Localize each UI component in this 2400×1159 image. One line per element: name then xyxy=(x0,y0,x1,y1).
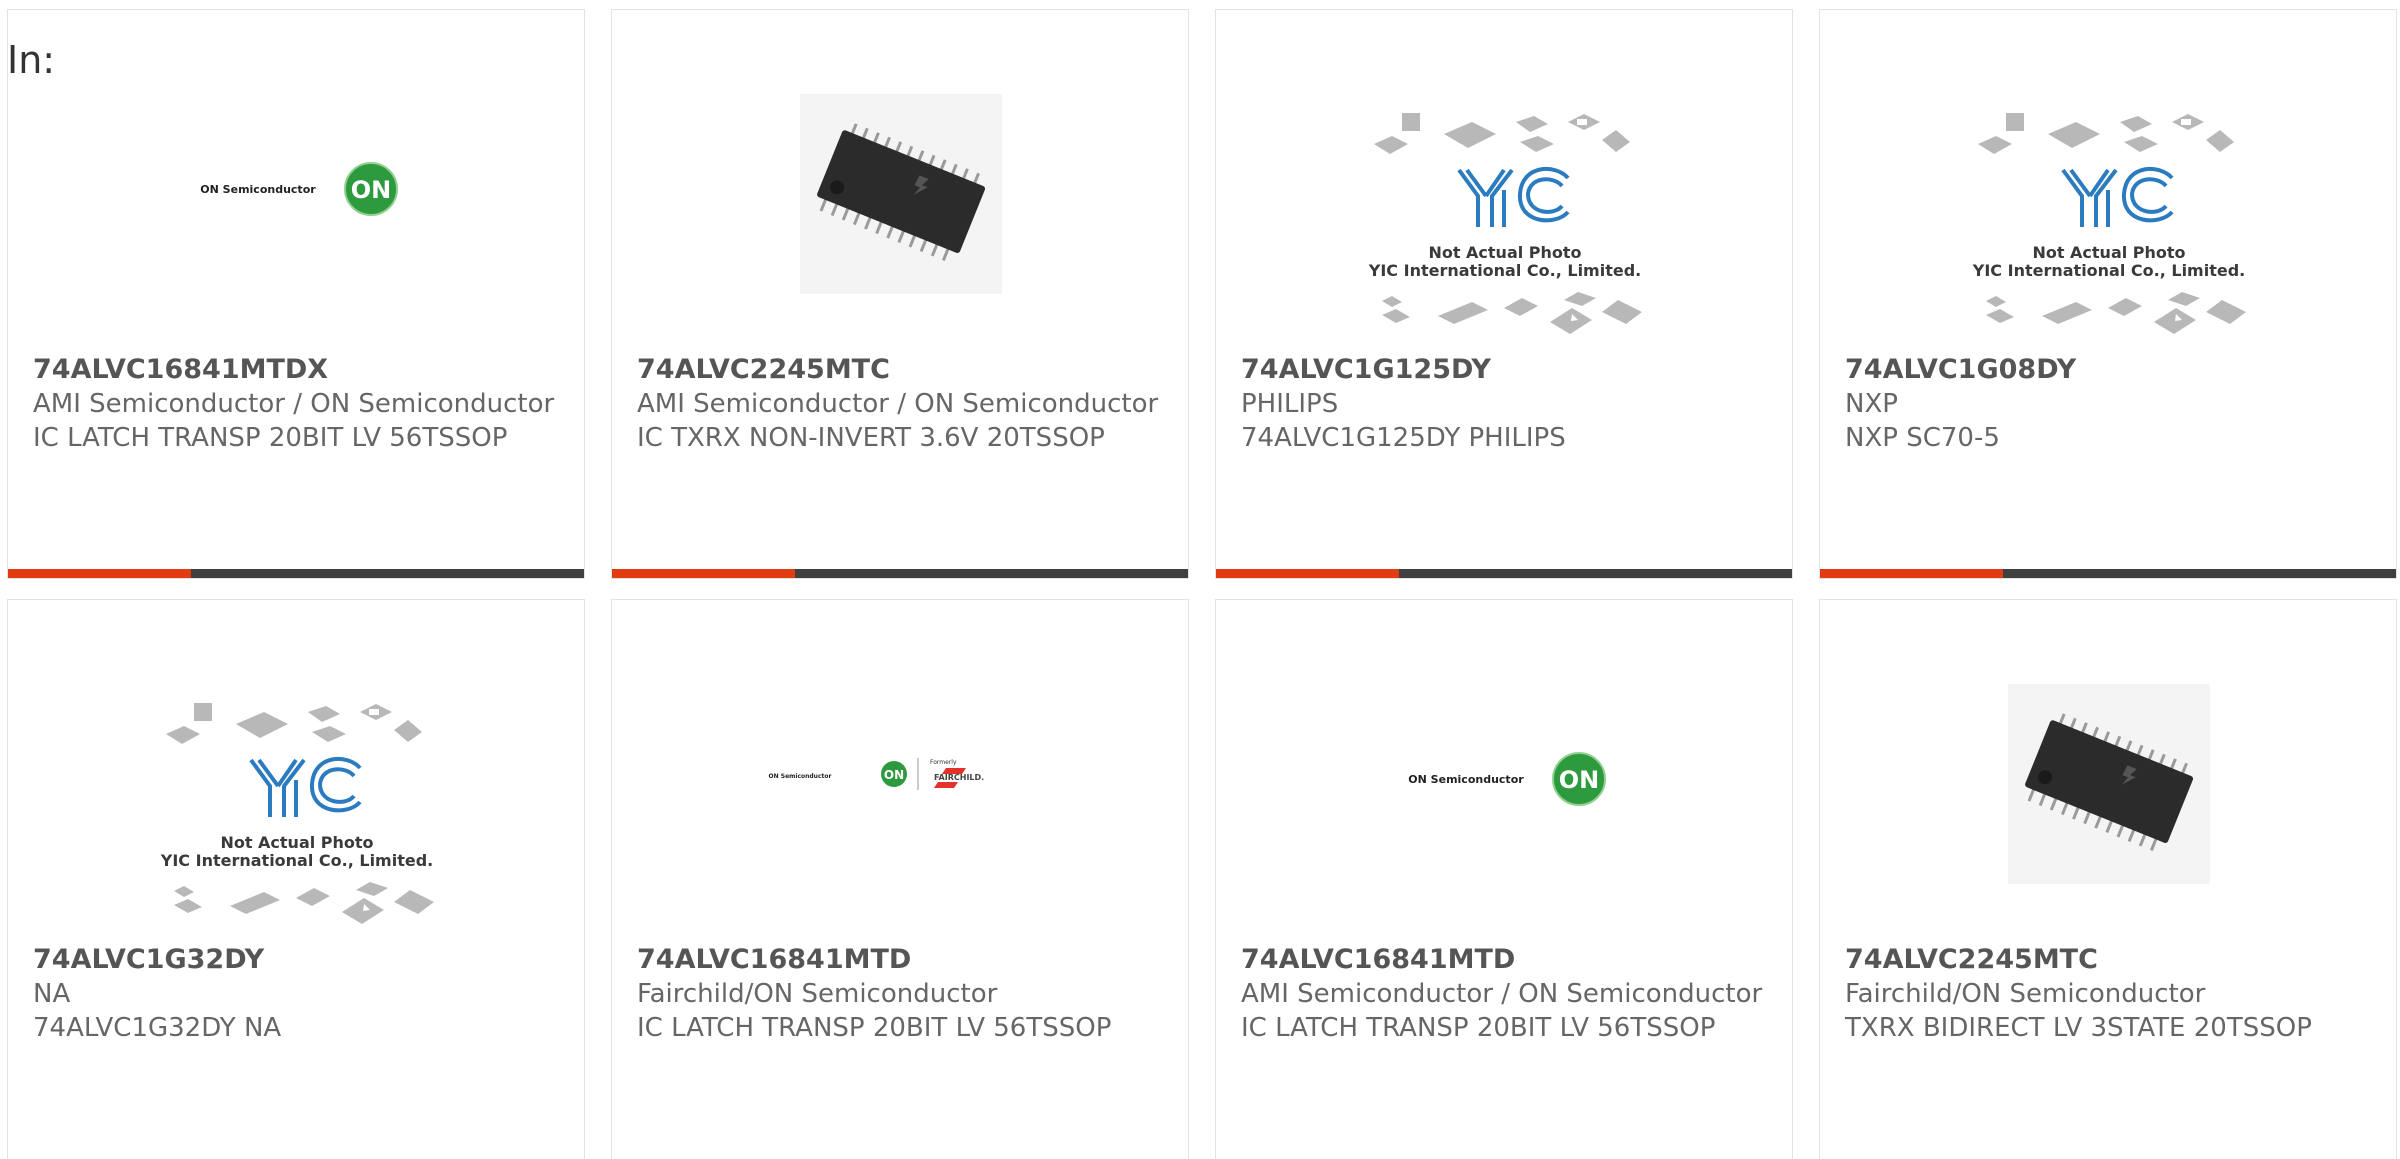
tssop-chip-photo[interactable] xyxy=(612,62,1188,352)
manufacturer: Fairchild/ON Semiconductor xyxy=(1845,979,2206,1009)
on-semiconductor-logo[interactable]: ON Semiconductor ON xyxy=(8,62,584,352)
not-actual-photo-text: Not Actual Photo xyxy=(1428,243,1581,262)
description: TXRX BIDIRECT LV 3STATE 20TSSOP xyxy=(1845,1013,2312,1043)
manufacturer: AMI Semiconductor / ON Semiconductor xyxy=(1241,979,1763,1009)
product-card[interactable]: ON Semiconductor ON 74ALVC16841MTD AMI S… xyxy=(1215,599,1793,1159)
logo-text: ON Semiconductor xyxy=(200,183,316,196)
yic-company-text: YIC International Co., Limited. xyxy=(1972,261,2245,280)
part-number[interactable]: 74ALVC16841MTD xyxy=(637,943,1176,977)
part-number[interactable]: 74ALVC2245MTC xyxy=(1845,943,2384,977)
description: NXP SC70-5 xyxy=(1845,423,2000,453)
part-number[interactable]: 74ALVC1G08DY xyxy=(1845,353,2384,387)
on-logo-mark: ON xyxy=(1559,766,1600,794)
on-fairchild-logo[interactable]: ON Semiconductor ON Formerly FAIRCHILD. xyxy=(612,652,1188,942)
part-number[interactable]: 74ALVC2245MTC xyxy=(637,353,1176,387)
part-number[interactable]: 74ALVC1G125DY xyxy=(1241,353,1780,387)
logo-text: ON Semiconductor xyxy=(769,773,832,780)
yic-not-actual-photo[interactable]: Not Actual Photo YIC International Co., … xyxy=(8,652,584,942)
card-bottom-bar xyxy=(1216,569,1792,578)
description: IC LATCH TRANSP 20BIT LV 56TSSOP xyxy=(637,1013,1112,1043)
manufacturer: NXP xyxy=(1845,389,1898,419)
not-actual-photo-text: Not Actual Photo xyxy=(2032,243,2185,262)
not-actual-photo-text: Not Actual Photo xyxy=(220,833,373,852)
product-card[interactable]: ON Semiconductor ON 74ALVC16841MTDX AMI … xyxy=(7,9,585,579)
description: IC TXRX NON-INVERT 3.6V 20TSSOP xyxy=(637,423,1105,453)
on-logo-mark: ON xyxy=(351,176,392,204)
tssop-chip-photo[interactable] xyxy=(1820,652,2396,942)
formerly-text: Formerly xyxy=(930,759,957,766)
yic-company-text: YIC International Co., Limited. xyxy=(1368,261,1641,280)
card-bottom-bar xyxy=(1820,569,2396,578)
product-card[interactable]: 74ALVC2245MTC AMI Semiconductor / ON Sem… xyxy=(611,9,1189,579)
on-semiconductor-logo[interactable]: ON Semiconductor ON xyxy=(1216,652,1792,942)
fairchild-text: FAIRCHILD. xyxy=(934,773,984,782)
part-number[interactable]: 74ALVC1G32DY xyxy=(33,943,572,977)
manufacturer: PHILIPS xyxy=(1241,389,1339,419)
product-card[interactable]: ON Semiconductor ON Formerly FAIRCHILD. … xyxy=(611,599,1189,1159)
yic-not-actual-photo[interactable]: Not Actual Photo YIC International Co., … xyxy=(1820,62,2396,352)
on-logo-mark: ON xyxy=(884,768,904,782)
description: IC LATCH TRANSP 20BIT LV 56TSSOP xyxy=(33,423,508,453)
manufacturer: NA xyxy=(33,979,71,1009)
product-card[interactable]: Not Actual Photo YIC International Co., … xyxy=(1819,9,2397,579)
product-card[interactable]: Not Actual Photo YIC International Co., … xyxy=(1215,9,1793,579)
manufacturer: AMI Semiconductor / ON Semiconductor xyxy=(637,389,1159,419)
manufacturer: AMI Semiconductor / ON Semiconductor xyxy=(33,389,555,419)
logo-text: ON Semiconductor xyxy=(1408,773,1524,786)
product-card[interactable]: Not Actual Photo YIC International Co., … xyxy=(7,599,585,1159)
description: 74ALVC1G32DY NA xyxy=(33,1013,282,1043)
yic-not-actual-photo[interactable]: Not Actual Photo YIC International Co., … xyxy=(1216,62,1792,352)
manufacturer: Fairchild/ON Semiconductor xyxy=(637,979,998,1009)
description: 74ALVC1G125DY PHILIPS xyxy=(1241,423,1566,453)
product-card[interactable]: 74ALVC2245MTC Fairchild/ON Semiconductor… xyxy=(1819,599,2397,1159)
card-bottom-bar xyxy=(8,569,584,578)
yic-company-text: YIC International Co., Limited. xyxy=(160,851,433,870)
card-bottom-bar xyxy=(612,569,1188,578)
filter-label: In: xyxy=(7,38,56,82)
description: IC LATCH TRANSP 20BIT LV 56TSSOP xyxy=(1241,1013,1716,1043)
part-number[interactable]: 74ALVC16841MTD xyxy=(1241,943,1780,977)
part-number[interactable]: 74ALVC16841MTDX xyxy=(33,353,572,387)
